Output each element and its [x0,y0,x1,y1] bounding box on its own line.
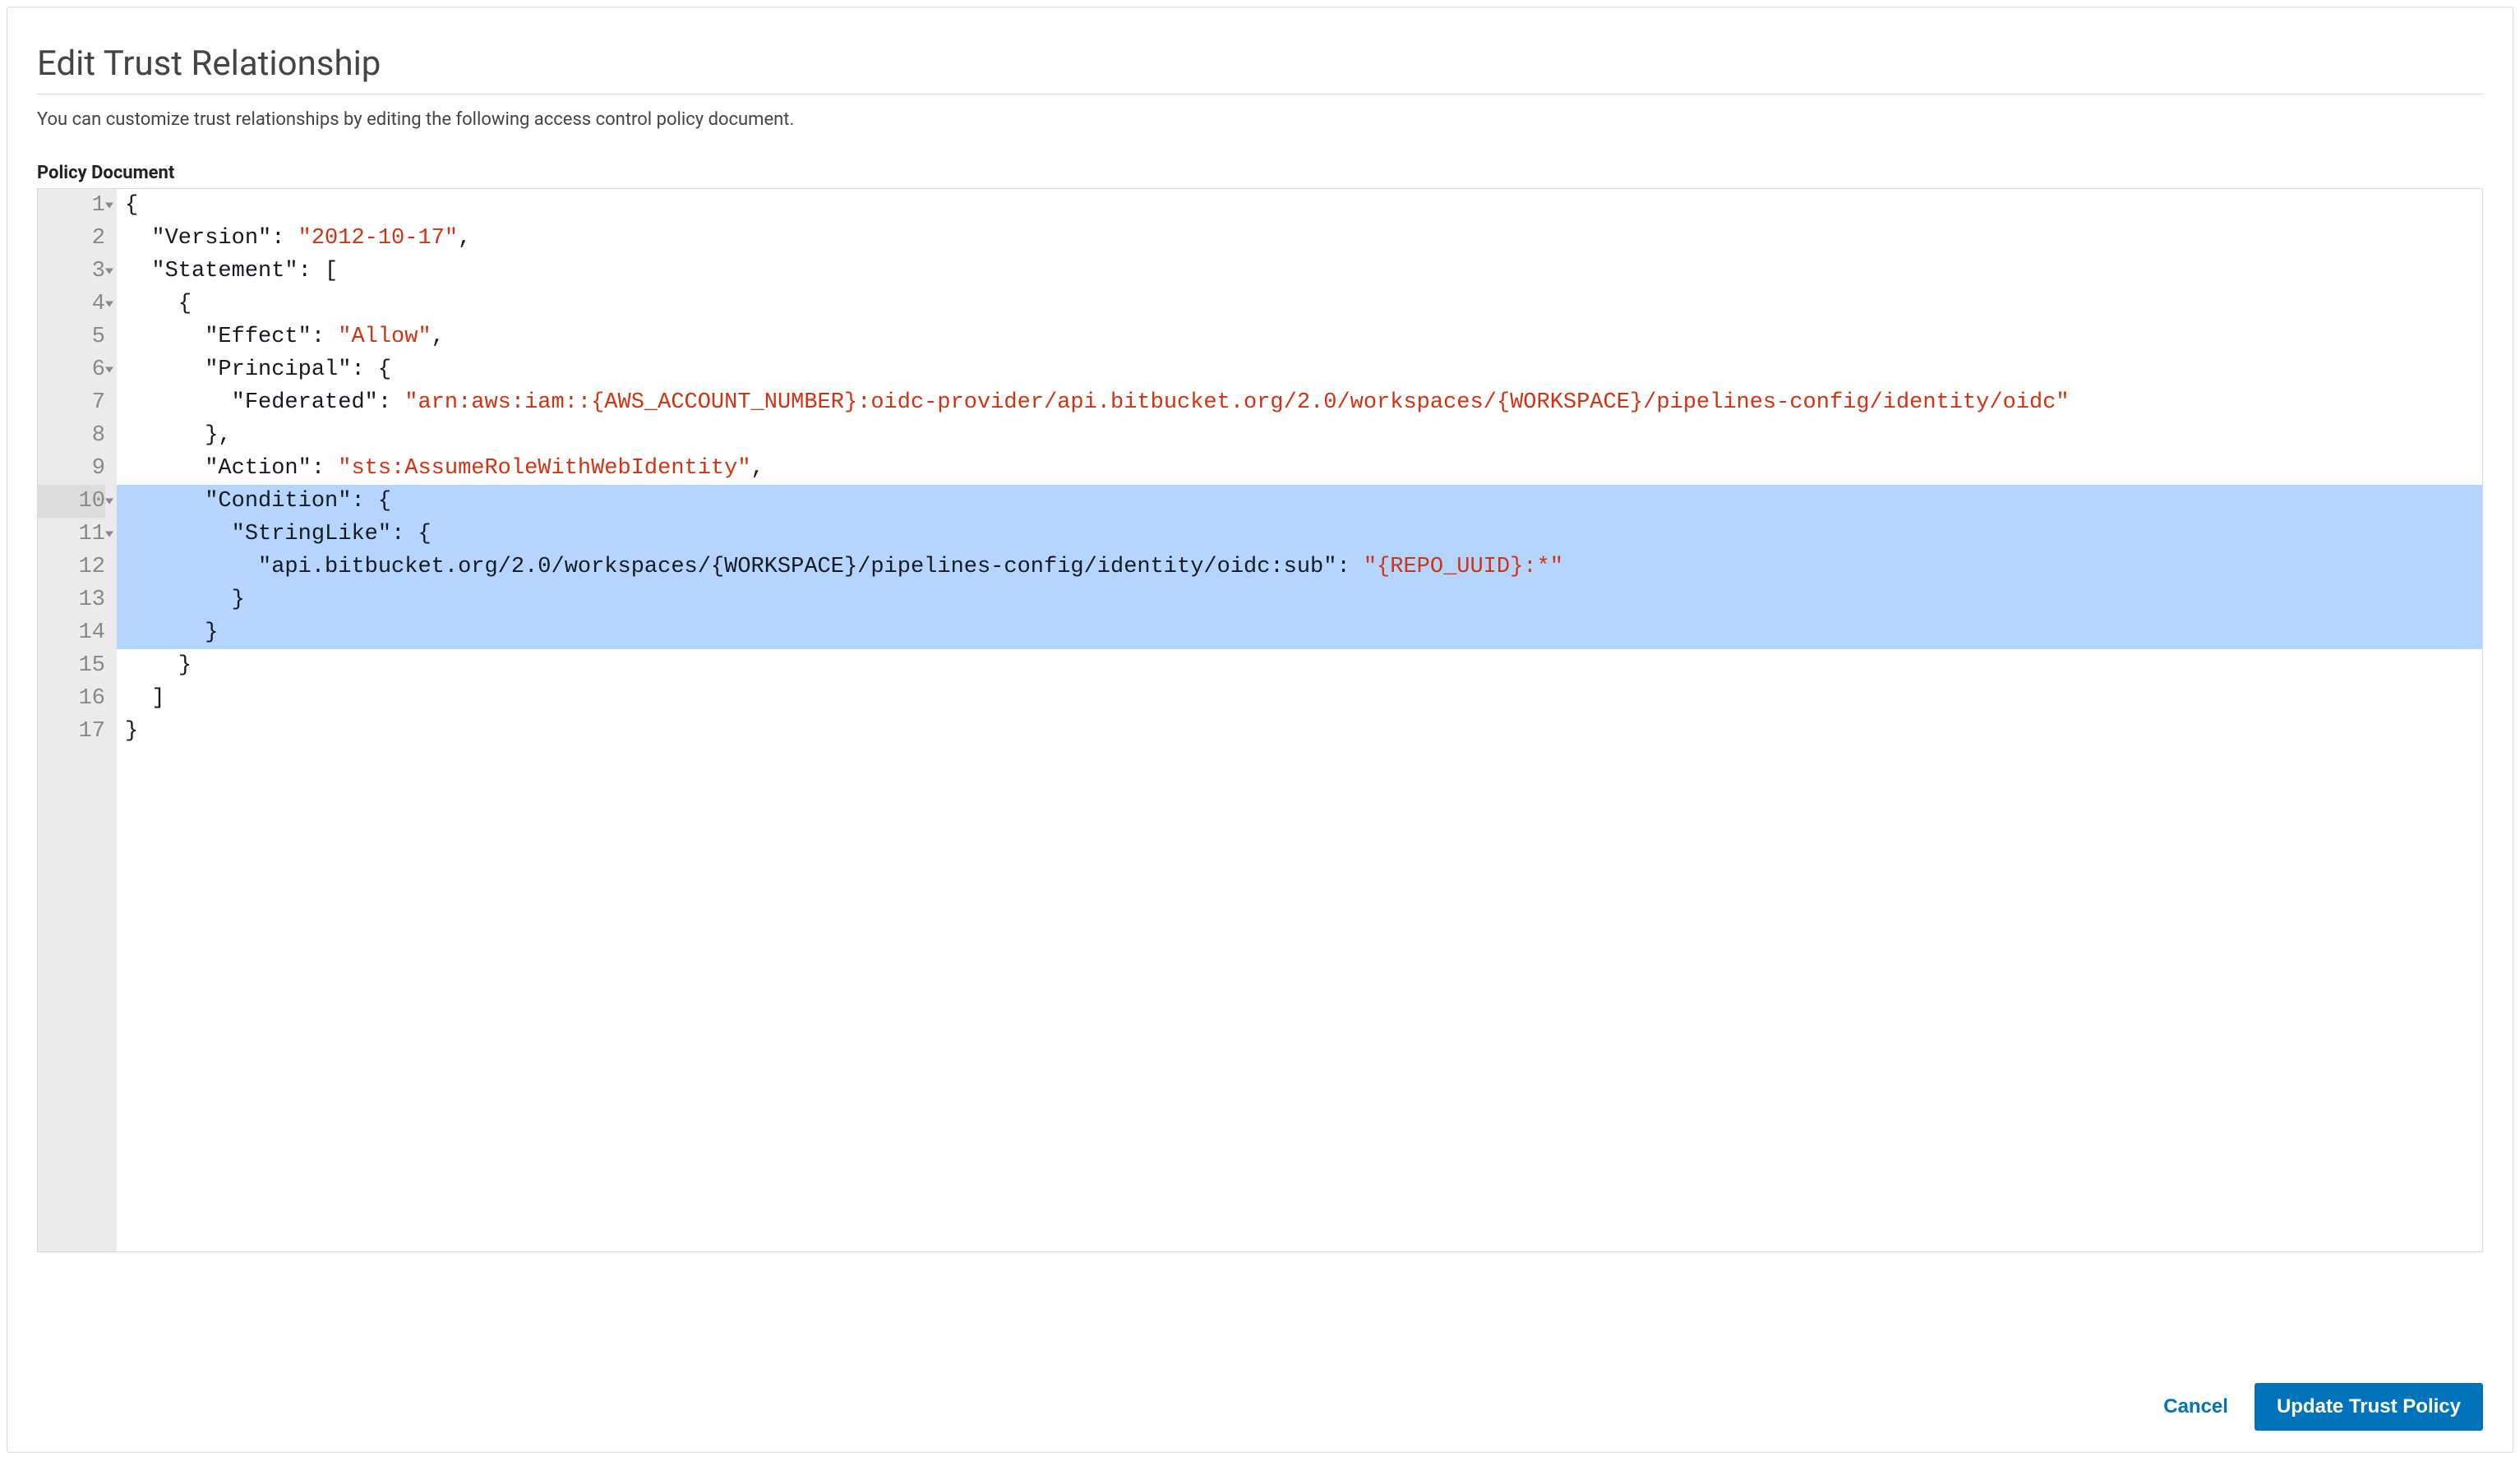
policy-document-label: Policy Document [37,163,2483,183]
code-line[interactable]: } [117,649,2482,682]
code-line[interactable]: { [117,288,2482,320]
code-line[interactable]: "Action": "sts:AssumeRoleWithWebIdentity… [117,452,2482,485]
line-number: 16 [38,682,105,715]
line-number: 15 [38,649,105,682]
line-number: 13 [38,583,105,616]
footer-actions: Cancel Update Trust Policy [2160,1383,2483,1431]
page-container: Edit Trust Relationship You can customiz… [7,7,2513,1453]
code-line[interactable]: "Federated": "arn:aws:iam::{AWS_ACCOUNT_… [117,386,2482,419]
page-content: Edit Trust Relationship You can customiz… [7,7,2513,1252]
line-number: 3 [38,255,105,288]
line-number: 2 [38,222,105,255]
code-line[interactable]: ] [117,682,2482,715]
code-line[interactable]: } [117,616,2482,649]
line-number: 5 [38,320,105,353]
code-line[interactable]: "StringLike": { [117,518,2482,551]
line-number: 8 [38,419,105,452]
line-number: 6 [38,353,105,386]
line-number: 11 [38,518,105,551]
policy-editor[interactable]: 1234567891011121314151617 { "Version": "… [37,188,2483,1252]
code-line[interactable]: "api.bitbucket.org/2.0/workspaces/{WORKS… [117,551,2482,583]
code-line[interactable]: } [117,715,2482,748]
line-number: 14 [38,616,105,649]
line-number: 17 [38,715,105,748]
code-line[interactable]: "Statement": [ [117,255,2482,288]
line-number: 12 [38,551,105,583]
line-number: 10 [38,485,105,518]
fold-caret-icon[interactable] [105,269,113,274]
line-number: 4 [38,288,105,320]
cancel-button[interactable]: Cancel [2160,1389,2232,1425]
fold-caret-icon[interactable] [105,302,113,307]
fold-caret-icon[interactable] [105,499,113,505]
code-line[interactable]: } [117,583,2482,616]
editor-code-area[interactable]: { "Version": "2012-10-17", "Statement": … [117,189,2482,1252]
line-number: 1 [38,189,105,222]
code-line[interactable]: }, [117,419,2482,452]
line-number: 9 [38,452,105,485]
fold-caret-icon[interactable] [105,532,113,537]
code-line[interactable]: "Condition": { [117,485,2482,518]
update-trust-policy-button[interactable]: Update Trust Policy [2255,1383,2483,1431]
page-description: You can customize trust relationships by… [37,109,2483,130]
code-line[interactable]: { [117,189,2482,222]
fold-caret-icon[interactable] [105,367,113,373]
divider [37,94,2483,95]
fold-caret-icon[interactable] [105,203,113,209]
code-line[interactable]: "Effect": "Allow", [117,320,2482,353]
page-title: Edit Trust Relationship [37,44,2483,84]
code-line[interactable]: "Version": "2012-10-17", [117,222,2482,255]
code-line[interactable]: "Principal": { [117,353,2482,386]
line-number: 7 [38,386,105,419]
editor-gutter: 1234567891011121314151617 [38,189,117,1252]
